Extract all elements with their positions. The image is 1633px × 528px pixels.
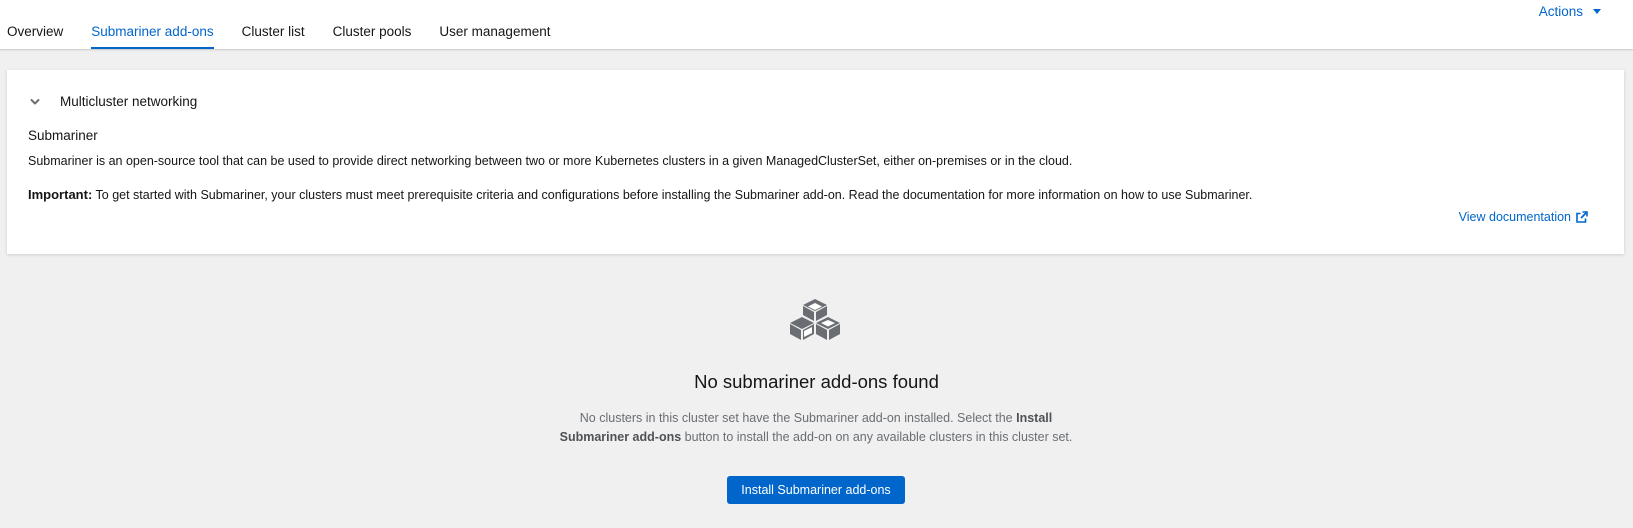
important-text: To get started with Submariner, your clu…: [92, 188, 1253, 202]
tab-user-management[interactable]: User management: [425, 0, 564, 49]
empty-state-body: No clusters in this cluster set have the…: [546, 409, 1086, 447]
card-title: Multicluster networking: [60, 94, 198, 109]
tab-list: Overview Submariner add-ons Cluster list…: [0, 0, 564, 49]
expandable-toggle[interactable]: Multicluster networking: [29, 94, 197, 109]
tab-cluster-list[interactable]: Cluster list: [228, 0, 319, 49]
tab-cluster-pools[interactable]: Cluster pools: [319, 0, 426, 49]
tab-overview[interactable]: Overview: [0, 0, 77, 49]
caret-down-icon: [1593, 9, 1601, 14]
view-documentation-link[interactable]: View documentation: [1459, 210, 1588, 224]
actions-dropdown[interactable]: Actions: [1539, 4, 1601, 19]
multicluster-networking-card: Multicluster networking Submariner Subma…: [7, 70, 1624, 254]
empty-body-text-1: No clusters in this cluster set have the…: [579, 411, 1017, 425]
doc-link-label: View documentation: [1458, 210, 1571, 224]
description-text: Submariner is an open-source tool that c…: [28, 154, 1073, 168]
actions-label: Actions: [1538, 4, 1583, 19]
tab-submariner-add-ons[interactable]: Submariner add-ons: [77, 0, 227, 49]
empty-body-text-2: button to install the add-on on any avai…: [681, 430, 1073, 444]
chevron-down-icon: [30, 98, 40, 104]
empty-state-title: No submariner add-ons found: [694, 371, 939, 392]
external-link-icon: [1576, 210, 1588, 223]
section-subtitle: Submariner: [28, 128, 98, 143]
install-submariner-add-ons-button[interactable]: Install Submariner add-ons: [727, 476, 905, 504]
important-label: Important:: [28, 187, 93, 202]
top-nav-bar: Overview Submariner add-ons Cluster list…: [0, 0, 1633, 50]
important-note: Important: To get started with Submarine…: [28, 187, 1252, 202]
cubes-icon: [790, 299, 840, 340]
